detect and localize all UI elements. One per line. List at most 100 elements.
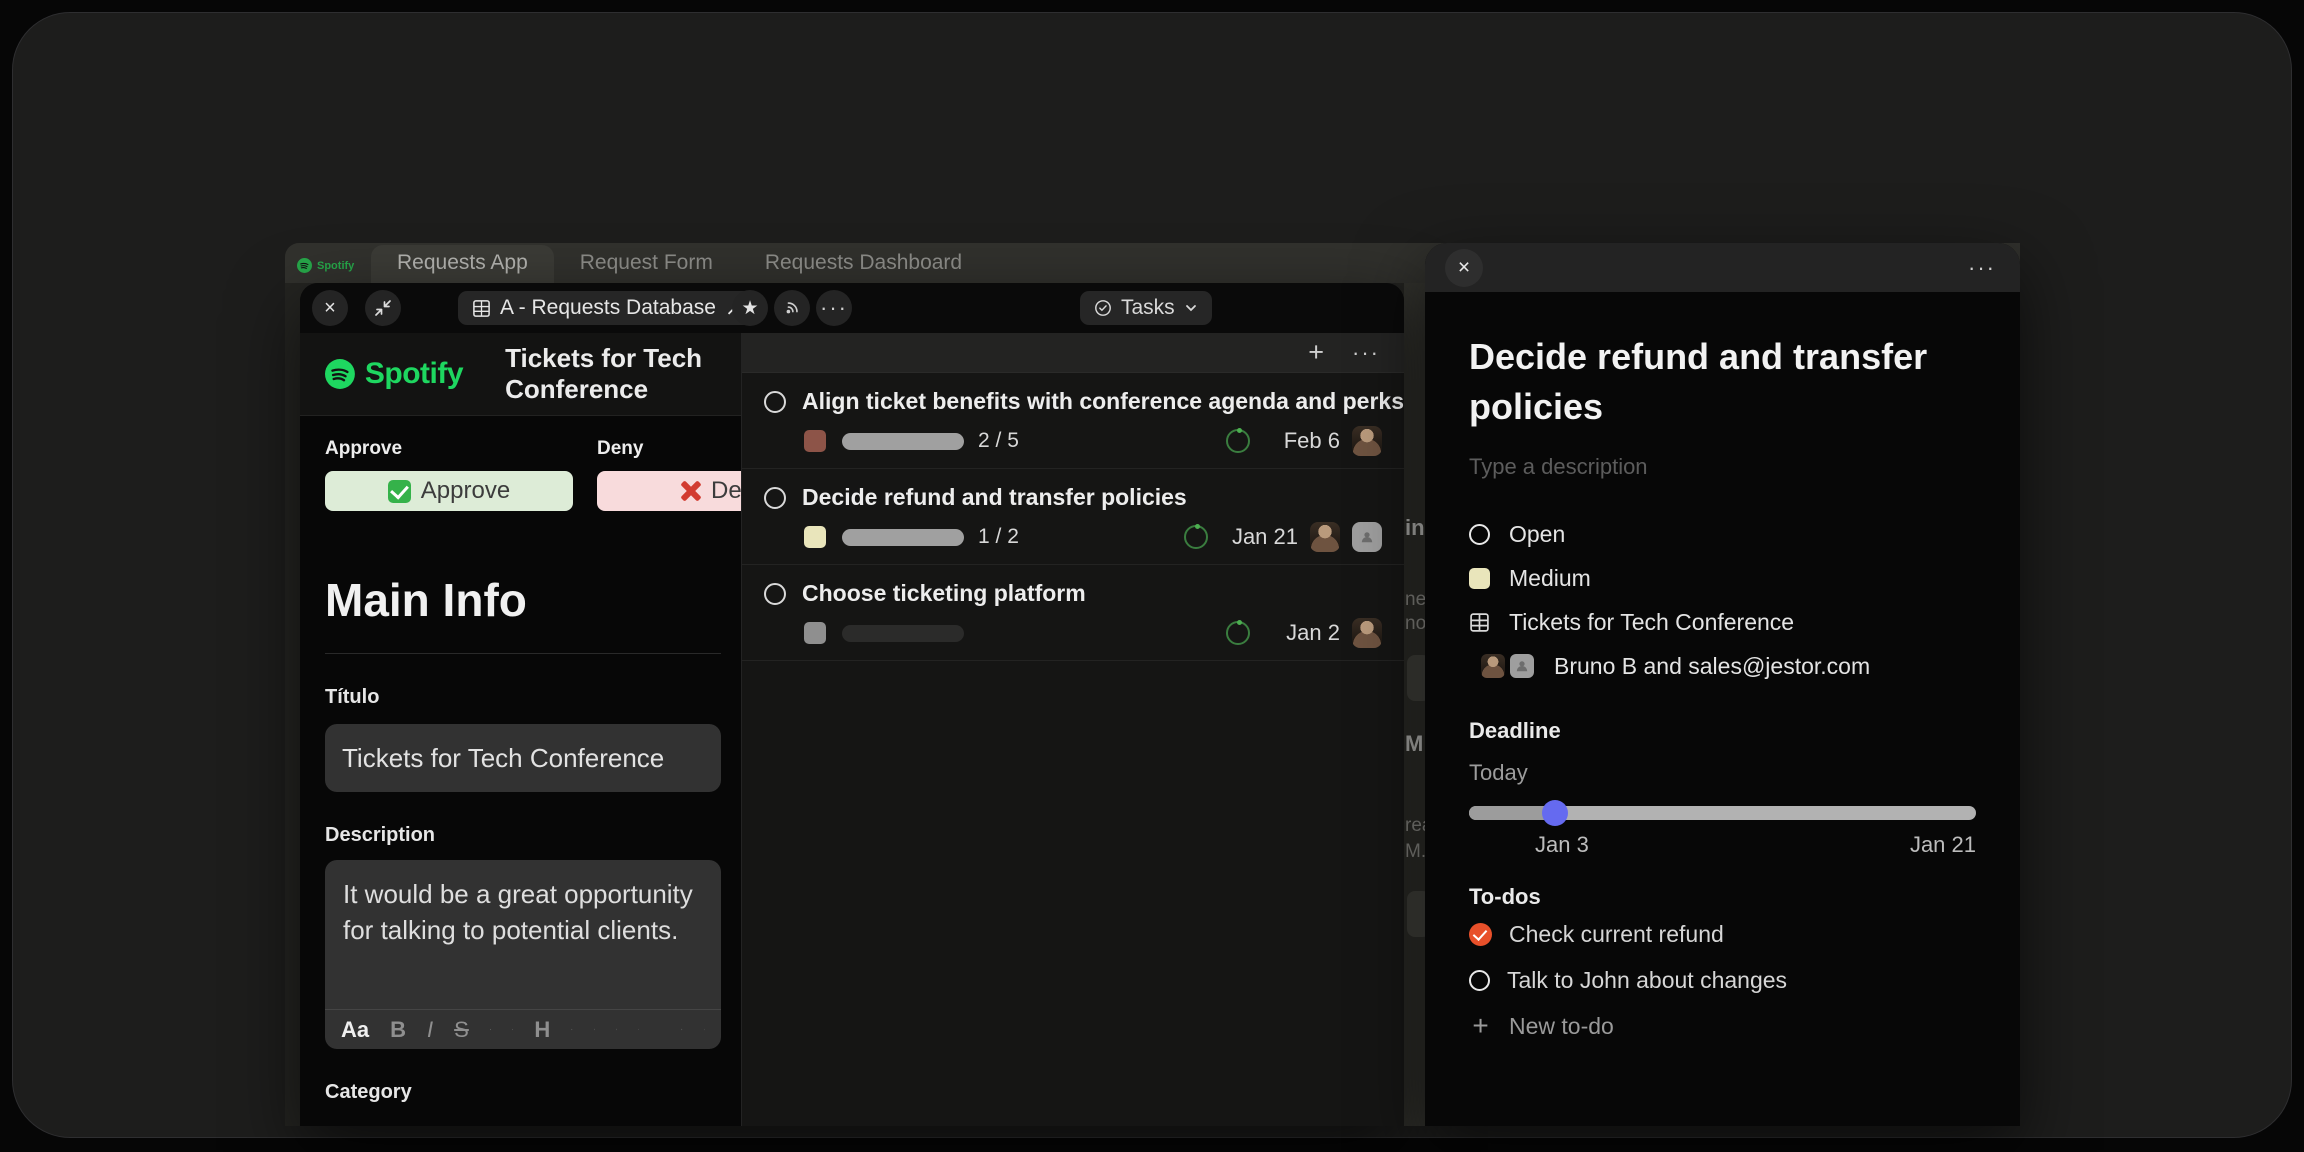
todos-label: To-dos: [1469, 884, 1976, 910]
task-row[interactable]: Decide refund and transfer policies 1 / …: [742, 469, 1404, 565]
panel-close-button[interactable]: ×: [1445, 249, 1483, 287]
todo-unchecked-icon[interactable]: [1469, 970, 1490, 991]
view-pill-label: Tasks: [1121, 296, 1175, 320]
database-pill[interactable]: A - Requests Database ↗: [458, 291, 757, 325]
clipped-text: M.: [1405, 841, 1425, 863]
task-status-circle[interactable]: [764, 583, 786, 605]
tasks-more-button[interactable]: ···: [1352, 340, 1380, 366]
close-button[interactable]: ×: [312, 290, 348, 326]
clipped-text: ine: [1405, 515, 1425, 541]
bullet-list-icon[interactable]: [490, 1019, 491, 1040]
clipped-text: nor: [1405, 613, 1425, 635]
table-icon: [1469, 612, 1490, 633]
task-detail-panel: × ··· Decide refund and transfer policie…: [1425, 243, 2020, 1126]
panel-more-button[interactable]: ···: [1968, 255, 1996, 281]
task-status-circle[interactable]: [764, 391, 786, 413]
status-field[interactable]: Open: [1469, 512, 1976, 556]
clipped-text: ne i: [1405, 589, 1425, 611]
tasks-toolbar: + ···: [742, 333, 1404, 373]
record-modal: × A - Requests Database ↗ ★ ··· Tasks Sp…: [300, 283, 1404, 1126]
code-icon[interactable]: [616, 1019, 617, 1040]
record-form-column: Spotify Tickets for Tech Conference Appr…: [300, 333, 742, 1126]
record-brand-header: Spotify Tickets for Tech Conference: [300, 333, 741, 416]
tasks-list-column: + ··· Align ticket benefits with confere…: [742, 333, 1404, 1126]
broadcast-button[interactable]: [774, 290, 810, 326]
description-label: Description: [325, 824, 721, 847]
deadline-slider[interactable]: [1469, 806, 1976, 820]
task-color-swatch: [804, 622, 826, 644]
database-pill-label: A - Requests Database: [500, 296, 716, 320]
clipped-text: M: [1405, 731, 1423, 757]
plus-icon: +: [1469, 1010, 1492, 1042]
deadline-label: Deadline: [1469, 718, 1976, 744]
strikethrough-button[interactable]: S: [454, 1017, 469, 1043]
priority-field[interactable]: Medium: [1469, 556, 1976, 600]
collapse-button[interactable]: [365, 290, 401, 326]
todo-item-label: Talk to John about changes: [1507, 967, 1787, 994]
task-status-circle[interactable]: [764, 487, 786, 509]
assignees-value: Bruno B and sales@jestor.com: [1554, 653, 1870, 680]
clipped-text: rea: [1405, 815, 1425, 837]
deny-button[interactable]: Deny: [597, 471, 742, 511]
todo-item[interactable]: Talk to John about changes: [1469, 958, 1976, 1002]
slider-thumb[interactable]: [1542, 800, 1568, 826]
task-detail-title[interactable]: Decide refund and transfer policies: [1469, 332, 1939, 432]
assignees-field[interactable]: Bruno B and sales@jestor.com: [1469, 644, 1976, 688]
deny-field-label: Deny: [597, 438, 742, 460]
database-field[interactable]: Tickets for Tech Conference: [1469, 600, 1976, 644]
copy-icon[interactable]: [681, 1019, 682, 1040]
tasks-view-selector[interactable]: Tasks: [1080, 291, 1212, 325]
divider: [325, 653, 721, 654]
assignee-avatar: [1481, 654, 1505, 678]
task-progress-count: 2 / 5: [978, 429, 1024, 453]
font-size-button[interactable]: Aa: [341, 1017, 369, 1043]
table-icon: [472, 299, 491, 318]
task-row[interactable]: Align ticket benefits with conference ag…: [742, 373, 1404, 469]
spotify-icon: [297, 258, 312, 273]
new-todo-label: New to-do: [1509, 1013, 1614, 1040]
description-input[interactable]: It would be a great opportunity for talk…: [325, 860, 721, 1009]
heading-button[interactable]: H: [534, 1017, 550, 1043]
tab-requests-app[interactable]: Requests App: [371, 245, 554, 283]
task-description-placeholder[interactable]: Type a description: [1469, 454, 1976, 480]
numbered-list-icon[interactable]: [512, 1019, 513, 1040]
expand-icon[interactable]: [704, 1019, 705, 1040]
assignee-avatar: [1352, 618, 1382, 648]
assignee-avatar-generic: [1510, 654, 1534, 678]
star-icon: ★: [741, 297, 758, 320]
deadline-end-label: Jan 21: [1910, 832, 1976, 858]
tab-request-form[interactable]: Request Form: [554, 245, 739, 283]
link-icon[interactable]: [638, 1019, 639, 1040]
modal-header: × A - Requests Database ↗ ★ ··· Tasks: [300, 283, 1404, 333]
ellipsis-icon: ···: [820, 295, 848, 321]
spotify-wordmark: Spotify: [365, 357, 463, 391]
section-title: Main Info: [325, 573, 721, 627]
titulo-label: Título: [325, 686, 721, 709]
new-todo-button[interactable]: + New to-do: [1469, 1004, 1976, 1048]
italic-button[interactable]: I: [427, 1017, 433, 1043]
priority-swatch-icon: [1469, 568, 1490, 589]
task-deadline-ring-icon: [1226, 429, 1250, 453]
favorite-button[interactable]: ★: [732, 290, 768, 326]
approve-button[interactable]: Approve: [325, 471, 573, 511]
status-value: Open: [1509, 521, 1565, 548]
todo-item[interactable]: Check current refund: [1469, 912, 1976, 956]
terminal-icon[interactable]: [594, 1019, 595, 1040]
indent-list-icon[interactable]: [571, 1019, 572, 1040]
approve-field-label: Approve: [325, 438, 573, 460]
task-progress-bar: [842, 433, 964, 450]
tab-requests-dashboard[interactable]: Requests Dashboard: [739, 245, 988, 283]
titulo-input[interactable]: Tickets for Tech Conference: [325, 724, 721, 792]
task-title: Choose ticketing platform: [802, 580, 1086, 607]
todo-checked-icon[interactable]: [1469, 923, 1492, 946]
task-color-swatch: [804, 526, 826, 548]
deadline-value: Today: [1469, 760, 1976, 786]
assignee-avatar: [1310, 522, 1340, 552]
more-button[interactable]: ···: [816, 290, 852, 326]
bold-button[interactable]: B: [390, 1017, 406, 1043]
deadline-start-label: Jan 3: [1535, 832, 1589, 858]
workspace-brand: Spotify: [297, 258, 371, 273]
task-row[interactable]: Choose ticketing platform Jan 2: [742, 565, 1404, 661]
editor-toolbar: Aa B I S H: [325, 1009, 721, 1049]
add-task-button[interactable]: +: [1308, 337, 1324, 368]
